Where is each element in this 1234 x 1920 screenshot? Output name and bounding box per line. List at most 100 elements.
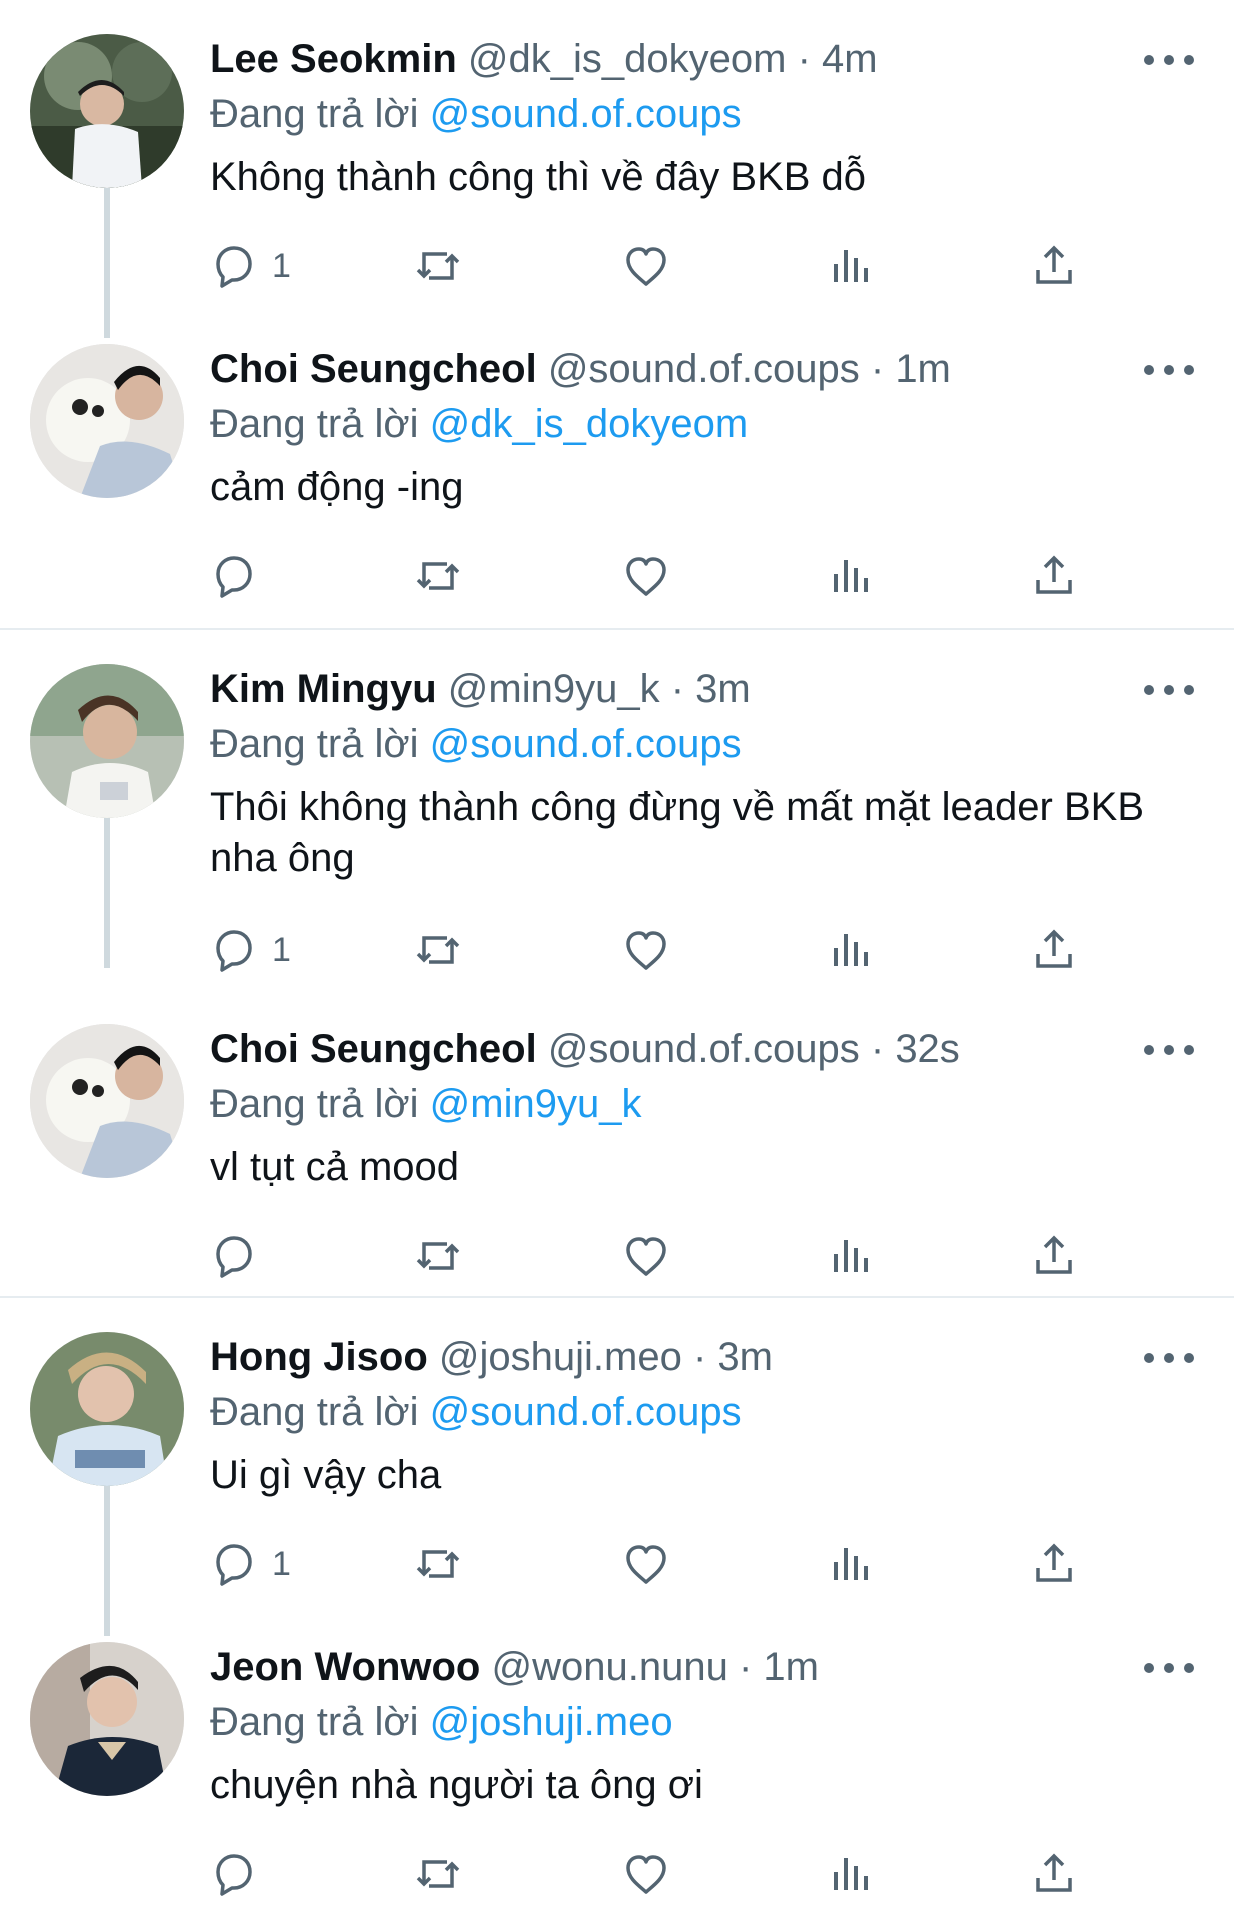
avatar[interactable] xyxy=(30,1332,184,1486)
avatar[interactable] xyxy=(30,664,184,818)
reply-mention-link[interactable]: @min9yu_k xyxy=(430,1082,642,1126)
separator-dot: · xyxy=(797,37,811,81)
reply-button[interactable] xyxy=(210,1844,272,1904)
display-name[interactable]: Choi Seungcheol xyxy=(210,347,537,391)
timestamp[interactable]: 3m xyxy=(717,1335,773,1379)
user-handle[interactable]: @joshuji.meo xyxy=(439,1335,682,1379)
more-icon[interactable] xyxy=(1144,1338,1194,1378)
reply-prefix: Đang trả lời xyxy=(210,1700,419,1744)
tweet[interactable]: Jeon Wonwoo @wonu.nunu · 1m Đang trả lời… xyxy=(0,1608,1234,1918)
tweet[interactable]: Choi Seungcheol @sound.of.coups · 1m Đan… xyxy=(0,310,1234,620)
tweet-actions xyxy=(210,1844,1090,1904)
reply-prefix: Đang trả lời xyxy=(210,1390,419,1434)
timestamp[interactable]: 32s xyxy=(895,1027,960,1071)
retweet-button[interactable] xyxy=(414,920,462,980)
share-button[interactable] xyxy=(1030,1534,1078,1594)
tweet[interactable]: Hong Jisoo @joshuji.meo · 3m Đang trả lờ… xyxy=(0,1298,1234,1608)
views-button[interactable] xyxy=(826,920,874,980)
like-button[interactable] xyxy=(622,236,670,296)
display-name[interactable]: Choi Seungcheol xyxy=(210,1027,537,1071)
thread: Kim Mingyu @min9yu_k · 3m Đang trả lời @… xyxy=(0,630,1234,1298)
tweet-text: Không thành công thì về đây BKB dỗ xyxy=(210,155,867,199)
user-handle[interactable]: @sound.of.coups xyxy=(548,1027,860,1071)
avatar[interactable] xyxy=(30,344,184,498)
display-name[interactable]: Jeon Wonwoo xyxy=(210,1645,480,1689)
timestamp[interactable]: 4m xyxy=(822,37,878,81)
like-button[interactable] xyxy=(622,1534,670,1594)
reply-prefix: Đang trả lời xyxy=(210,402,419,446)
share-button[interactable] xyxy=(1030,1844,1078,1904)
display-name[interactable]: Hong Jisoo xyxy=(210,1335,428,1379)
share-button[interactable] xyxy=(1030,236,1078,296)
retweet-button[interactable] xyxy=(414,1226,462,1286)
user-handle[interactable]: @wonu.nunu xyxy=(491,1645,727,1689)
share-icon xyxy=(1036,555,1072,594)
reply-mention-link[interactable]: @joshuji.meo xyxy=(430,1700,673,1744)
like-button[interactable] xyxy=(622,546,670,606)
like-button[interactable] xyxy=(622,920,670,980)
tweet[interactable]: Kim Mingyu @min9yu_k · 3m Đang trả lời @… xyxy=(0,630,1234,990)
tweet-header: Jeon Wonwoo @wonu.nunu · 1m xyxy=(210,1638,1194,1696)
timestamp[interactable]: 3m xyxy=(695,667,751,711)
avatar[interactable] xyxy=(30,1642,184,1796)
views-icon xyxy=(834,1240,868,1272)
reply-mention-link[interactable]: @sound.of.coups xyxy=(430,1390,742,1434)
user-handle[interactable]: @dk_is_dokyeom xyxy=(468,37,787,81)
reply-mention-link[interactable]: @sound.of.coups xyxy=(430,722,742,766)
reply-context: Đang trả lời @sound.of.coups xyxy=(210,88,1194,140)
thread: Hong Jisoo @joshuji.meo · 3m Đang trả lờ… xyxy=(0,1298,1234,1920)
like-icon xyxy=(626,1855,666,1894)
reply-mention-link[interactable]: @sound.of.coups xyxy=(430,92,742,136)
more-icon[interactable] xyxy=(1144,670,1194,710)
share-icon xyxy=(1036,929,1072,968)
retweet-button[interactable] xyxy=(414,546,462,606)
tweet[interactable]: Choi Seungcheol @sound.of.coups · 32s Đa… xyxy=(0,990,1234,1298)
like-icon xyxy=(626,1237,666,1276)
views-button[interactable] xyxy=(826,236,874,296)
reply-context: Đang trả lời @sound.of.coups xyxy=(210,718,1194,770)
like-button[interactable] xyxy=(622,1844,670,1904)
tweet-actions: 1 xyxy=(210,1534,1090,1594)
share-button[interactable] xyxy=(1030,1226,1078,1286)
share-button[interactable] xyxy=(1030,920,1078,980)
retweet-icon xyxy=(416,936,460,964)
more-icon[interactable] xyxy=(1144,1030,1194,1070)
tweet-text: Ui gì vậy cha xyxy=(210,1453,442,1497)
tweet-header: Kim Mingyu @min9yu_k · 3m xyxy=(210,660,1194,718)
reply-count: 1 xyxy=(272,1544,291,1583)
retweet-icon xyxy=(416,562,460,590)
more-icon[interactable] xyxy=(1144,40,1194,80)
share-icon xyxy=(1036,1853,1072,1892)
avatar[interactable] xyxy=(30,34,184,188)
reply-button[interactable]: 1 xyxy=(210,1534,291,1594)
timestamp[interactable]: 1m xyxy=(763,1645,819,1689)
retweet-button[interactable] xyxy=(414,236,462,296)
share-button[interactable] xyxy=(1030,546,1078,606)
reply-icon xyxy=(216,930,252,972)
tweet-content: Choi Seungcheol @sound.of.coups · 32s Đa… xyxy=(210,1020,1194,1193)
reply-icon xyxy=(216,246,252,288)
tweet[interactable]: Lee Seokmin @dk_is_dokyeom · 4m Đang trả… xyxy=(0,0,1234,310)
display-name[interactable]: Lee Seokmin xyxy=(210,37,457,81)
retweet-button[interactable] xyxy=(414,1844,462,1904)
more-icon[interactable] xyxy=(1144,350,1194,390)
like-button[interactable] xyxy=(622,1226,670,1286)
reply-button[interactable] xyxy=(210,1226,272,1286)
views-button[interactable] xyxy=(826,1534,874,1594)
separator-dot: · xyxy=(738,1645,753,1689)
reply-icon xyxy=(216,1544,252,1586)
avatar[interactable] xyxy=(30,1024,184,1178)
views-button[interactable] xyxy=(826,1226,874,1286)
reply-button[interactable]: 1 xyxy=(210,236,291,296)
user-handle[interactable]: @sound.of.coups xyxy=(548,347,860,391)
reply-button[interactable] xyxy=(210,546,272,606)
reply-button[interactable]: 1 xyxy=(210,920,291,980)
timestamp[interactable]: 1m xyxy=(895,347,951,391)
display-name[interactable]: Kim Mingyu xyxy=(210,667,437,711)
views-button[interactable] xyxy=(826,1844,874,1904)
more-icon[interactable] xyxy=(1144,1648,1194,1688)
user-handle[interactable]: @min9yu_k xyxy=(448,667,660,711)
retweet-button[interactable] xyxy=(414,1534,462,1594)
views-button[interactable] xyxy=(826,546,874,606)
reply-mention-link[interactable]: @dk_is_dokyeom xyxy=(430,402,749,446)
